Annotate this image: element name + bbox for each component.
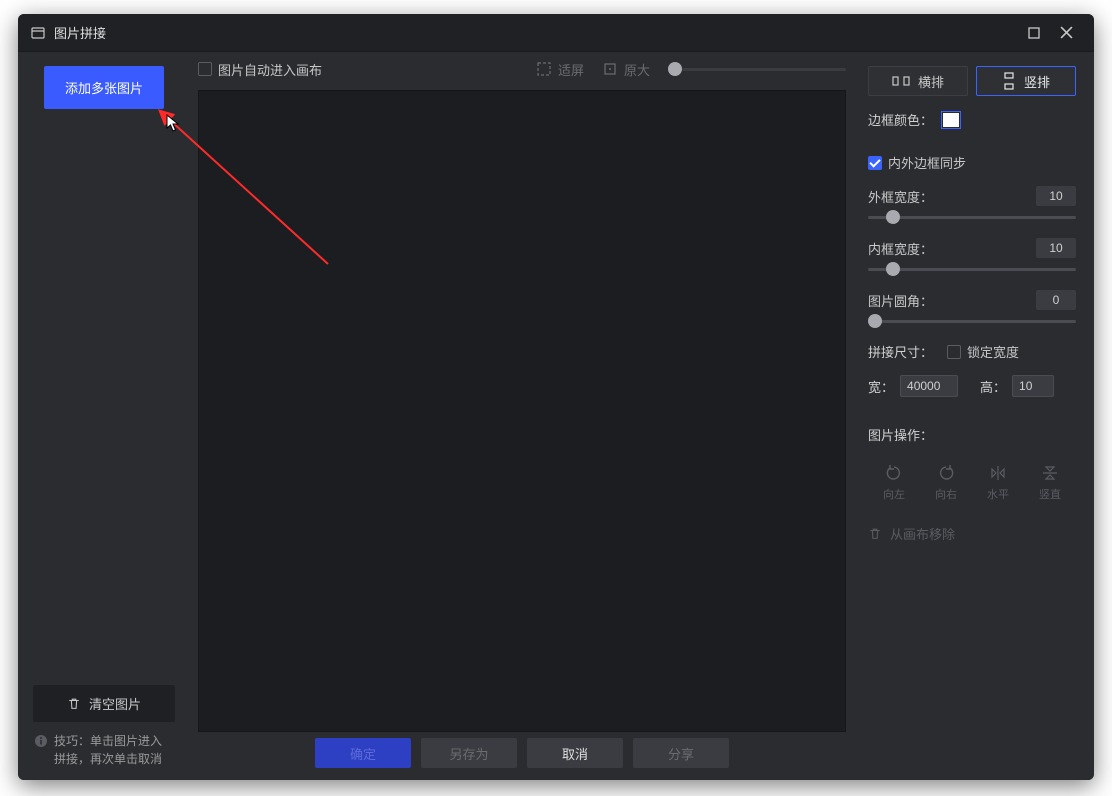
left-panel: 添加多张图片 清空图片 技巧：单击图片进入拼接，再次单击取消 — [18, 52, 190, 780]
vertical-icon — [1002, 72, 1016, 90]
rotate-left-icon — [885, 464, 903, 482]
actual-size-button[interactable]: 原大 — [602, 60, 650, 79]
inner-width-label: 内框宽度： — [868, 239, 933, 258]
checkbox-icon — [198, 62, 212, 76]
remove-label: 从画布移除 — [890, 524, 955, 543]
tab-vertical-label: 竖排 — [1024, 72, 1050, 91]
rotate-right-label: 向右 — [935, 486, 957, 502]
slider-thumb[interactable] — [868, 314, 882, 328]
canvas-area[interactable] — [198, 90, 846, 732]
lock-width-checkbox[interactable]: 锁定宽度 — [947, 342, 1019, 361]
inner-width-block: 内框宽度： 10 — [868, 238, 1076, 276]
fit-screen-button[interactable]: 适屏 — [536, 60, 584, 79]
tip-text: 技巧：单击图片进入拼接，再次单击取消 — [54, 732, 174, 768]
slider-thumb[interactable] — [668, 62, 682, 76]
outer-width-block: 外框宽度： 10 — [868, 186, 1076, 224]
rotate-left-button[interactable]: 向左 — [868, 464, 920, 502]
fit-label: 适屏 — [558, 60, 584, 79]
height-input[interactable]: 10 — [1012, 375, 1054, 397]
tab-horizontal-label: 横排 — [918, 72, 944, 91]
border-color-swatch[interactable] — [941, 111, 961, 129]
add-images-button[interactable]: 添加多张图片 — [44, 66, 164, 109]
share-button[interactable]: 分享 — [633, 738, 729, 768]
app-icon — [30, 25, 46, 41]
width-input[interactable]: 40000 — [900, 375, 958, 397]
stitch-size-row: 拼接尺寸： 锁定宽度 — [868, 342, 1076, 361]
save-as-button[interactable]: 另存为 — [421, 738, 517, 768]
trash-icon — [868, 527, 882, 541]
flip-v-icon — [1041, 464, 1059, 482]
outer-width-label: 外框宽度： — [868, 187, 933, 206]
flip-h-icon — [989, 464, 1007, 482]
radius-slider[interactable] — [868, 314, 1076, 328]
auto-fit-checkbox[interactable]: 图片自动进入画布 — [198, 60, 322, 79]
bottom-bar: 确定 另存为 取消 分享 — [190, 740, 854, 780]
border-color-row: 边框颜色： — [868, 110, 1076, 129]
clear-images-label: 清空图片 — [89, 694, 141, 713]
image-ops-row: 向左 向右 水平 竖直 — [868, 464, 1076, 502]
checkbox-icon — [947, 345, 961, 359]
slider-thumb[interactable] — [886, 262, 900, 276]
radius-label: 图片圆角： — [868, 291, 933, 310]
sync-border-checkbox[interactable]: 内外边框同步 — [868, 153, 1076, 172]
inner-width-value[interactable]: 10 — [1036, 238, 1076, 258]
flip-vertical-button[interactable]: 竖直 — [1024, 464, 1076, 502]
checkbox-icon — [868, 156, 882, 170]
titlebar: 图片拼接 — [18, 14, 1094, 52]
info-icon — [34, 734, 48, 748]
remove-from-canvas-button[interactable]: 从画布移除 — [868, 524, 1076, 543]
auto-fit-label: 图片自动进入画布 — [218, 60, 322, 79]
close-button[interactable] — [1050, 17, 1082, 49]
ok-button[interactable]: 确定 — [315, 738, 411, 768]
window-title: 图片拼接 — [54, 23, 106, 42]
cancel-button[interactable]: 取消 — [527, 738, 623, 768]
width-label: 宽： — [868, 377, 894, 396]
image-ops-label: 图片操作： — [868, 425, 933, 444]
center-panel: 图片自动进入画布 适屏 原大 — [190, 52, 854, 780]
flip-v-label: 竖直 — [1039, 486, 1061, 502]
actual-label: 原大 — [624, 60, 650, 79]
right-panel: 横排 竖排 边框颜色： 内外边框同步 外框宽度： — [854, 52, 1094, 780]
trash-icon — [67, 697, 81, 711]
dialog-window: 图片拼接 添加多张图片 清空图片 技巧：单击图片进入拼接，再次单击取消 — [18, 14, 1094, 780]
flip-horizontal-button[interactable]: 水平 — [972, 464, 1024, 502]
radius-block: 图片圆角： 0 — [868, 290, 1076, 328]
outer-width-slider[interactable] — [868, 210, 1076, 224]
outer-width-value[interactable]: 10 — [1036, 186, 1076, 206]
horizontal-icon — [892, 74, 910, 88]
actual-icon — [602, 61, 618, 77]
tab-vertical[interactable]: 竖排 — [976, 66, 1076, 96]
height-label: 高： — [980, 377, 1006, 396]
tab-horizontal[interactable]: 横排 — [868, 66, 968, 96]
rotate-right-button[interactable]: 向右 — [920, 464, 972, 502]
layout-tabs: 横排 竖排 — [868, 66, 1076, 96]
rotate-left-label: 向左 — [883, 486, 905, 502]
tip-row: 技巧：单击图片进入拼接，再次单击取消 — [32, 732, 176, 768]
rotate-right-icon — [937, 464, 955, 482]
slider-track — [682, 68, 846, 71]
flip-h-label: 水平 — [987, 486, 1009, 502]
maximize-button[interactable] — [1018, 17, 1050, 49]
radius-value[interactable]: 0 — [1036, 290, 1076, 310]
slider-thumb[interactable] — [886, 210, 900, 224]
fit-icon — [536, 61, 552, 77]
lock-width-label: 锁定宽度 — [967, 342, 1019, 361]
border-color-label: 边框颜色： — [868, 110, 933, 129]
dimensions-row: 宽： 40000 高： 10 — [868, 375, 1076, 397]
inner-width-slider[interactable] — [868, 262, 1076, 276]
clear-images-button[interactable]: 清空图片 — [33, 685, 175, 722]
stitch-size-label: 拼接尺寸： — [868, 342, 933, 361]
zoom-slider[interactable] — [668, 62, 846, 76]
canvas-toolbar: 图片自动进入画布 适屏 原大 — [190, 52, 854, 86]
sync-border-label: 内外边框同步 — [888, 153, 966, 172]
image-ops-label-row: 图片操作： — [868, 425, 1076, 444]
